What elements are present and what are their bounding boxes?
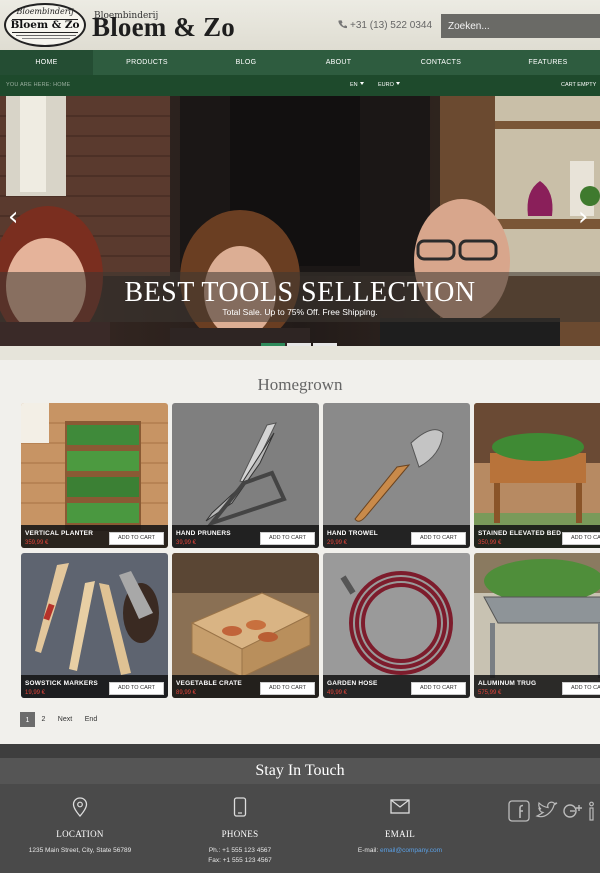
product-price: 575,99 €	[478, 690, 502, 696]
nav-item-about[interactable]: ABOUT	[291, 50, 386, 75]
hero-next-arrow-icon[interactable]: ›	[578, 204, 588, 230]
add-to-cart-button[interactable]: ADD TO CART	[109, 682, 164, 695]
add-to-cart-button[interactable]: ADD TO CART	[562, 682, 600, 695]
product-card[interactable]: HAND TROWEL 29,99 € ADD TO CART	[323, 403, 470, 548]
cart-link[interactable]: CART EMPTY	[561, 82, 596, 88]
email-prefix: E-mail:	[357, 847, 379, 854]
email-label: EMAIL	[385, 829, 415, 839]
product-price: 350,99 €	[478, 540, 502, 546]
phone-icon	[338, 20, 347, 29]
add-to-cart-button[interactable]: ADD TO CART	[411, 532, 466, 545]
map-pin-icon	[72, 797, 88, 817]
product-card[interactable]: STAINED ELEVATED BED 350,99 € ADD TO CAR…	[474, 403, 600, 548]
header-phone: +31 (13) 522 0344	[338, 19, 432, 31]
product-price: 359,99 €	[25, 540, 49, 546]
product-name: VERTICAL PLANTER	[25, 530, 94, 537]
linkedin-icon[interactable]	[588, 800, 600, 822]
product-price: 49,99 €	[327, 690, 348, 696]
page-2[interactable]: 2	[36, 712, 51, 727]
product-grid: VERTICAL PLANTER 359,99 € ADD TO CART HA…	[21, 403, 600, 701]
product-name: ALUMINUM TRUG	[478, 680, 537, 687]
phones-label: PHONES	[221, 829, 259, 839]
product-card[interactable]: HAND PRUNERS 39,99 € ADD TO CART	[172, 403, 319, 548]
footer-title: Stay In Touch	[255, 762, 345, 779]
facebook-icon[interactable]	[508, 800, 530, 822]
product-price: 29,99 €	[327, 540, 348, 546]
product-name: SOWSTICK MARKERS	[25, 680, 98, 687]
page-1[interactable]: 1	[20, 712, 35, 727]
sub-bar: YOU ARE HERE: HOME EN EURO CART EMPTY	[0, 75, 600, 96]
phone-number: +31 (13) 522 0344	[350, 20, 433, 31]
add-to-cart-button[interactable]: ADD TO CART	[411, 682, 466, 695]
product-price: 89,99 €	[176, 690, 197, 696]
footer-top-band	[0, 744, 600, 758]
hero-prev-arrow-icon[interactable]: ‹	[8, 204, 18, 230]
product-card[interactable]: ALUMINUM TRUG 575,99 € ADD TO CART	[474, 553, 600, 698]
hero-slider: BEST TOOLS SELLECTION Total Sale. Up to …	[0, 96, 600, 346]
slider-dots	[261, 334, 339, 346]
search-input[interactable]	[441, 14, 600, 38]
product-name: STAINED ELEVATED BED	[478, 530, 562, 537]
site-header: Bloembinderij Bloem & Zo Bloembinderij B…	[0, 0, 600, 50]
nav-item-home[interactable]: HOME	[0, 50, 93, 75]
add-to-cart-button[interactable]: ADD TO CART	[260, 682, 315, 695]
product-name: HAND TROWEL	[327, 530, 378, 537]
product-card[interactable]: GARDEN HOSE 49,99 € ADD TO CART	[323, 553, 470, 698]
hero-title: BEST TOOLS SELLECTION	[124, 277, 476, 308]
logo-rule	[16, 35, 76, 36]
hero-subtitle: Total Sale. Up to 75% Off. Free Shipping…	[222, 307, 378, 317]
language-select[interactable]: EN	[350, 82, 364, 88]
logo-line1: Bloembinderij	[16, 7, 74, 16]
product-card[interactable]: SOWSTICK MARKERS 19,99 € ADD TO CART	[21, 553, 168, 698]
add-to-cart-button[interactable]: ADD TO CART	[109, 532, 164, 545]
fax-line: Fax: +1 555 123 4567	[208, 857, 272, 864]
email-link[interactable]: email@company.com	[380, 847, 442, 854]
envelope-icon	[390, 799, 410, 814]
end-page-link[interactable]: End	[78, 712, 104, 727]
section-title: Homegrown	[257, 375, 343, 394]
location-text: 1235 Main Street, City, State 56789	[28, 847, 132, 854]
next-page-link[interactable]: Next	[52, 712, 78, 727]
phone-line: Ph.: +1 555 123 4567	[208, 847, 272, 854]
product-name: VEGETABLE CRATE	[176, 680, 242, 687]
mobile-phone-icon	[233, 797, 247, 817]
product-price: 39,99 €	[176, 540, 197, 546]
logo-rule	[22, 38, 70, 39]
nav-item-blog[interactable]: BLOG	[201, 50, 291, 75]
product-card[interactable]: VEGETABLE CRATE 89,99 € ADD TO CART	[172, 553, 319, 698]
chevron-down-icon	[359, 82, 364, 85]
product-name: GARDEN HOSE	[327, 680, 378, 687]
nav-item-features[interactable]: FEATURES	[496, 50, 600, 75]
nav-item-contacts[interactable]: CONTACTS	[386, 50, 496, 75]
twitter-icon[interactable]	[535, 800, 559, 822]
nav-item-products[interactable]: PRODUCTS	[93, 50, 201, 75]
currency-select[interactable]: EURO	[378, 82, 400, 88]
language-value: EN	[350, 82, 358, 88]
google-plus-icon[interactable]	[562, 800, 584, 822]
product-card[interactable]: VERTICAL PLANTER 359,99 € ADD TO CART	[21, 403, 168, 548]
divider-strip	[0, 346, 600, 360]
main-nav: HOME PRODUCTS BLOG ABOUT CONTACTS FEATUR…	[0, 50, 600, 75]
chevron-down-icon	[395, 82, 400, 85]
add-to-cart-button[interactable]: ADD TO CART	[260, 532, 315, 545]
currency-value: EURO	[378, 82, 394, 88]
logo-line2: Bloem & Zo	[10, 19, 80, 31]
logo[interactable]: Bloembinderij Bloem & Zo	[4, 3, 86, 47]
location-label: LOCATION	[56, 829, 104, 839]
email-line: E-mail: email@company.com	[320, 847, 480, 854]
add-to-cart-button[interactable]: ADD TO CART	[562, 532, 600, 545]
brand-name[interactable]: Bloem & Zo	[92, 12, 235, 43]
breadcrumb: YOU ARE HERE: HOME	[6, 82, 71, 88]
product-price: 19,99 €	[25, 690, 46, 696]
product-name: HAND PRUNERS	[176, 530, 231, 537]
